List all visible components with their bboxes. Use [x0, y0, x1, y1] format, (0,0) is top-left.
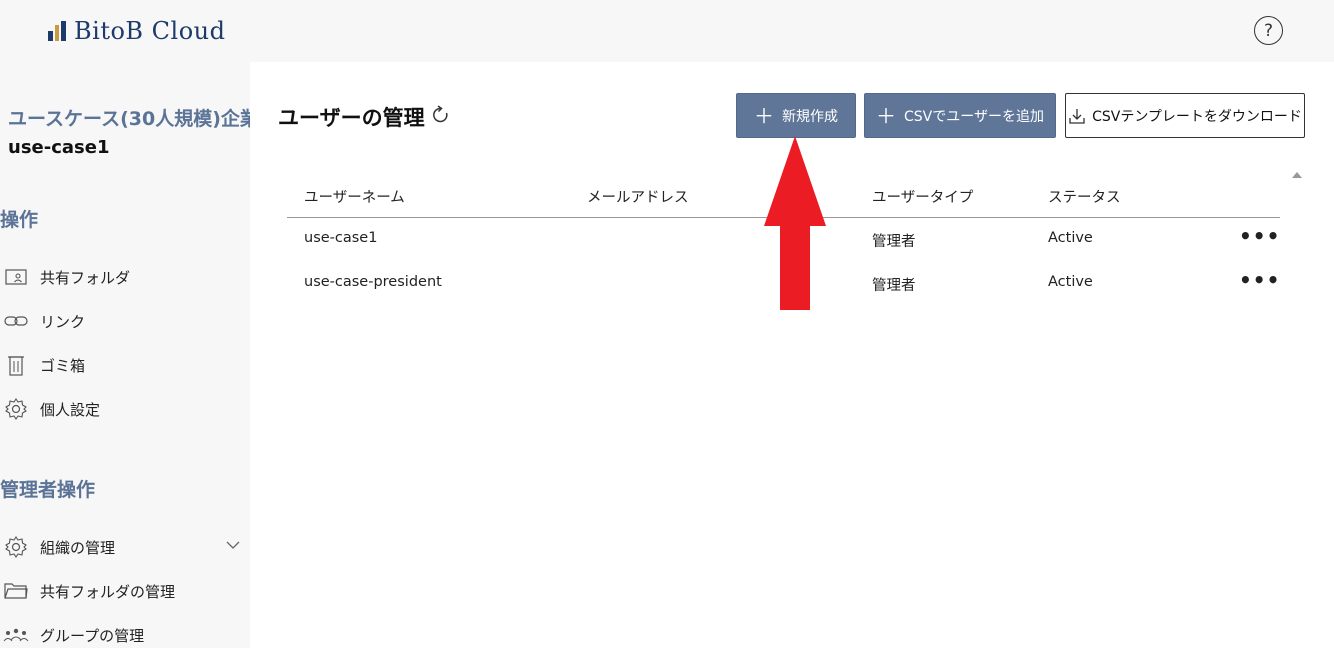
sidebar-item-shared-folder[interactable]: 共有フォルダ [0, 262, 248, 292]
group-icon [0, 622, 32, 648]
chevron-down-icon[interactable] [226, 538, 240, 554]
column-header-username[interactable]: ユーザーネーム [304, 186, 405, 207]
sidebar-item-label: ゴミ箱 [40, 356, 86, 375]
cell-username: use-case-president [304, 274, 442, 290]
csv-template-label: CSVテンプレートをダウンロード [1092, 108, 1302, 125]
sidebar-item-label: 共有フォルダの管理 [40, 582, 176, 601]
cell-user-type: 管理者 [872, 234, 916, 250]
new-user-button[interactable]: ＋ 新規作成 [736, 93, 856, 138]
column-header-user-type[interactable]: ユーザータイプ [872, 186, 973, 207]
section-title-operations: 操作 [0, 209, 39, 231]
org-name: ユースケース(30人規模)企業 [8, 108, 259, 130]
more-options-icon[interactable]: ••• [1239, 268, 1280, 292]
sidebar-item-label: 個人設定 [40, 400, 101, 419]
column-header-email[interactable]: メールアドレス [587, 186, 689, 207]
org-user: use-case1 [8, 137, 110, 158]
sidebar-item-label: 共有フォルダ [40, 268, 131, 287]
shared-folder-icon [0, 264, 32, 290]
csv-template-download-button[interactable]: CSVテンプレートをダウンロード [1065, 93, 1305, 138]
cell-status: Active [1048, 274, 1093, 290]
column-header-status[interactable]: ステータス [1048, 186, 1121, 207]
help-button[interactable]: ? [1254, 16, 1283, 45]
sidebar-item-link[interactable]: リンク [0, 306, 248, 336]
sidebar-item-label: 組織の管理 [40, 538, 116, 557]
cell-status: Active [1048, 230, 1093, 246]
logo-mark-icon [48, 21, 66, 41]
csv-add-users-button[interactable]: ＋ CSVでユーザーを追加 [864, 93, 1056, 138]
folder-icon [0, 578, 32, 604]
csv-add-users-label: CSVでユーザーを追加 [904, 108, 1044, 125]
gear-icon [0, 534, 32, 560]
trash-icon [0, 352, 32, 378]
annotation-arrow-icon [764, 136, 826, 310]
plus-icon: ＋ [754, 103, 774, 128]
logo-text: BitoB Cloud [74, 17, 226, 45]
page-title: ユーザーの管理 [278, 102, 451, 132]
help-icon: ? [1263, 20, 1274, 41]
sidebar-item-personal-settings[interactable]: 個人設定 [0, 394, 248, 424]
page-title-text: ユーザーの管理 [278, 106, 425, 130]
scroll-up-arrow-icon[interactable] [1292, 172, 1302, 178]
table-scrollbar[interactable] [1290, 172, 1304, 648]
sidebar: ユースケース(30人規模)企業 use-case1 操作 共有フォルダ リンク … [0, 62, 259, 648]
plus-icon: ＋ [876, 103, 897, 128]
link-icon [0, 308, 32, 334]
sidebar-item-org-management[interactable]: 組織の管理 [0, 532, 248, 562]
logo[interactable]: BitoB Cloud [48, 16, 225, 46]
new-user-label: 新規作成 [782, 108, 838, 125]
sidebar-item-label: グループの管理 [40, 626, 145, 645]
sidebar-item-group-management[interactable]: グループの管理 [0, 620, 248, 648]
refresh-icon[interactable] [431, 104, 451, 130]
sidebar-item-label: リンク [40, 312, 86, 331]
cell-user-type: 管理者 [872, 278, 916, 294]
sidebar-item-trash[interactable]: ゴミ箱 [0, 350, 248, 380]
app-header: BitoB Cloud ? [0, 0, 1334, 62]
more-options-icon[interactable]: ••• [1239, 224, 1280, 248]
cell-username: use-case1 [304, 230, 378, 246]
section-title-admin: 管理者操作 [0, 479, 96, 501]
sidebar-item-shared-folder-management[interactable]: 共有フォルダの管理 [0, 576, 248, 606]
download-icon [1068, 107, 1086, 125]
gear-icon [0, 396, 32, 422]
